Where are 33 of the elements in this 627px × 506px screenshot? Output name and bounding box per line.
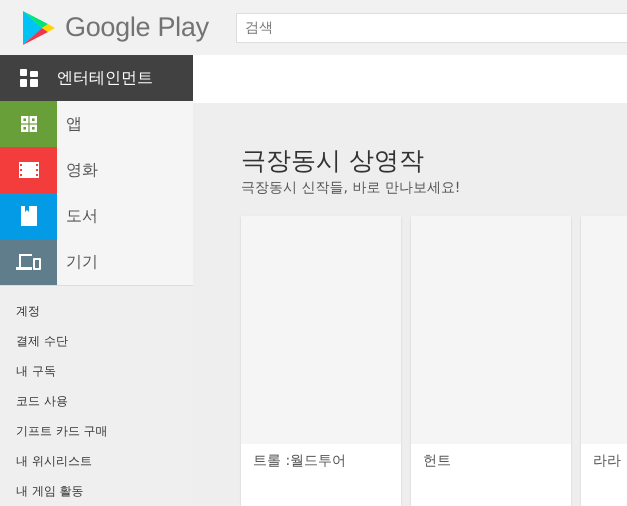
card-title: 라라 <box>592 452 622 471</box>
film-icon <box>18 162 38 178</box>
search-field[interactable]: 검색 <box>236 12 627 42</box>
account-link[interactable]: 내 구독 <box>0 356 56 386</box>
nav-item[interactable]: 도서 <box>0 193 193 239</box>
nav-label: 영화 <box>66 160 98 180</box>
nav-label: 기기 <box>66 252 98 272</box>
section-title: 극장동시 상영작 <box>241 145 425 177</box>
movie-card[interactable]: 트롤 :월드투어 <box>241 216 401 506</box>
nav-label: 앱 <box>66 114 82 134</box>
category-icon <box>20 69 38 87</box>
nav-item[interactable]: 앱 <box>0 101 193 147</box>
devices-icon <box>16 254 42 270</box>
account-link[interactable]: 결제 수단 <box>0 326 68 356</box>
account-link[interactable]: 계정 <box>0 296 40 326</box>
card-title: 헌트 <box>422 452 452 471</box>
nav-label: 도서 <box>66 206 98 226</box>
movie-card[interactable]: 헌트 <box>411 216 571 506</box>
category-header[interactable]: 엔터테인먼트 <box>0 55 193 101</box>
play-logo-icon <box>22 10 56 46</box>
card-title: 트롤 :월드투어 <box>252 452 348 471</box>
account-link[interactable]: 기프트 카드 구매 <box>0 416 108 446</box>
section-subtitle: 극장동시 신작들, 바로 만나보세요! <box>241 179 462 197</box>
nav-item[interactable]: 기기 <box>0 239 193 285</box>
account-link[interactable]: 내 위시리스트 <box>0 446 92 476</box>
book-icon <box>20 206 36 226</box>
grid-icon <box>20 116 36 132</box>
movie-card[interactable]: 라라 <box>581 216 627 506</box>
account-link[interactable]: 코드 사용 <box>0 386 68 416</box>
logo-text[interactable]: Google Play <box>65 12 209 43</box>
account-link[interactable]: 내 게임 활동 <box>0 476 84 506</box>
nav-item[interactable]: 영화 <box>0 147 193 193</box>
category-label: 엔터테인먼트 <box>57 68 153 88</box>
